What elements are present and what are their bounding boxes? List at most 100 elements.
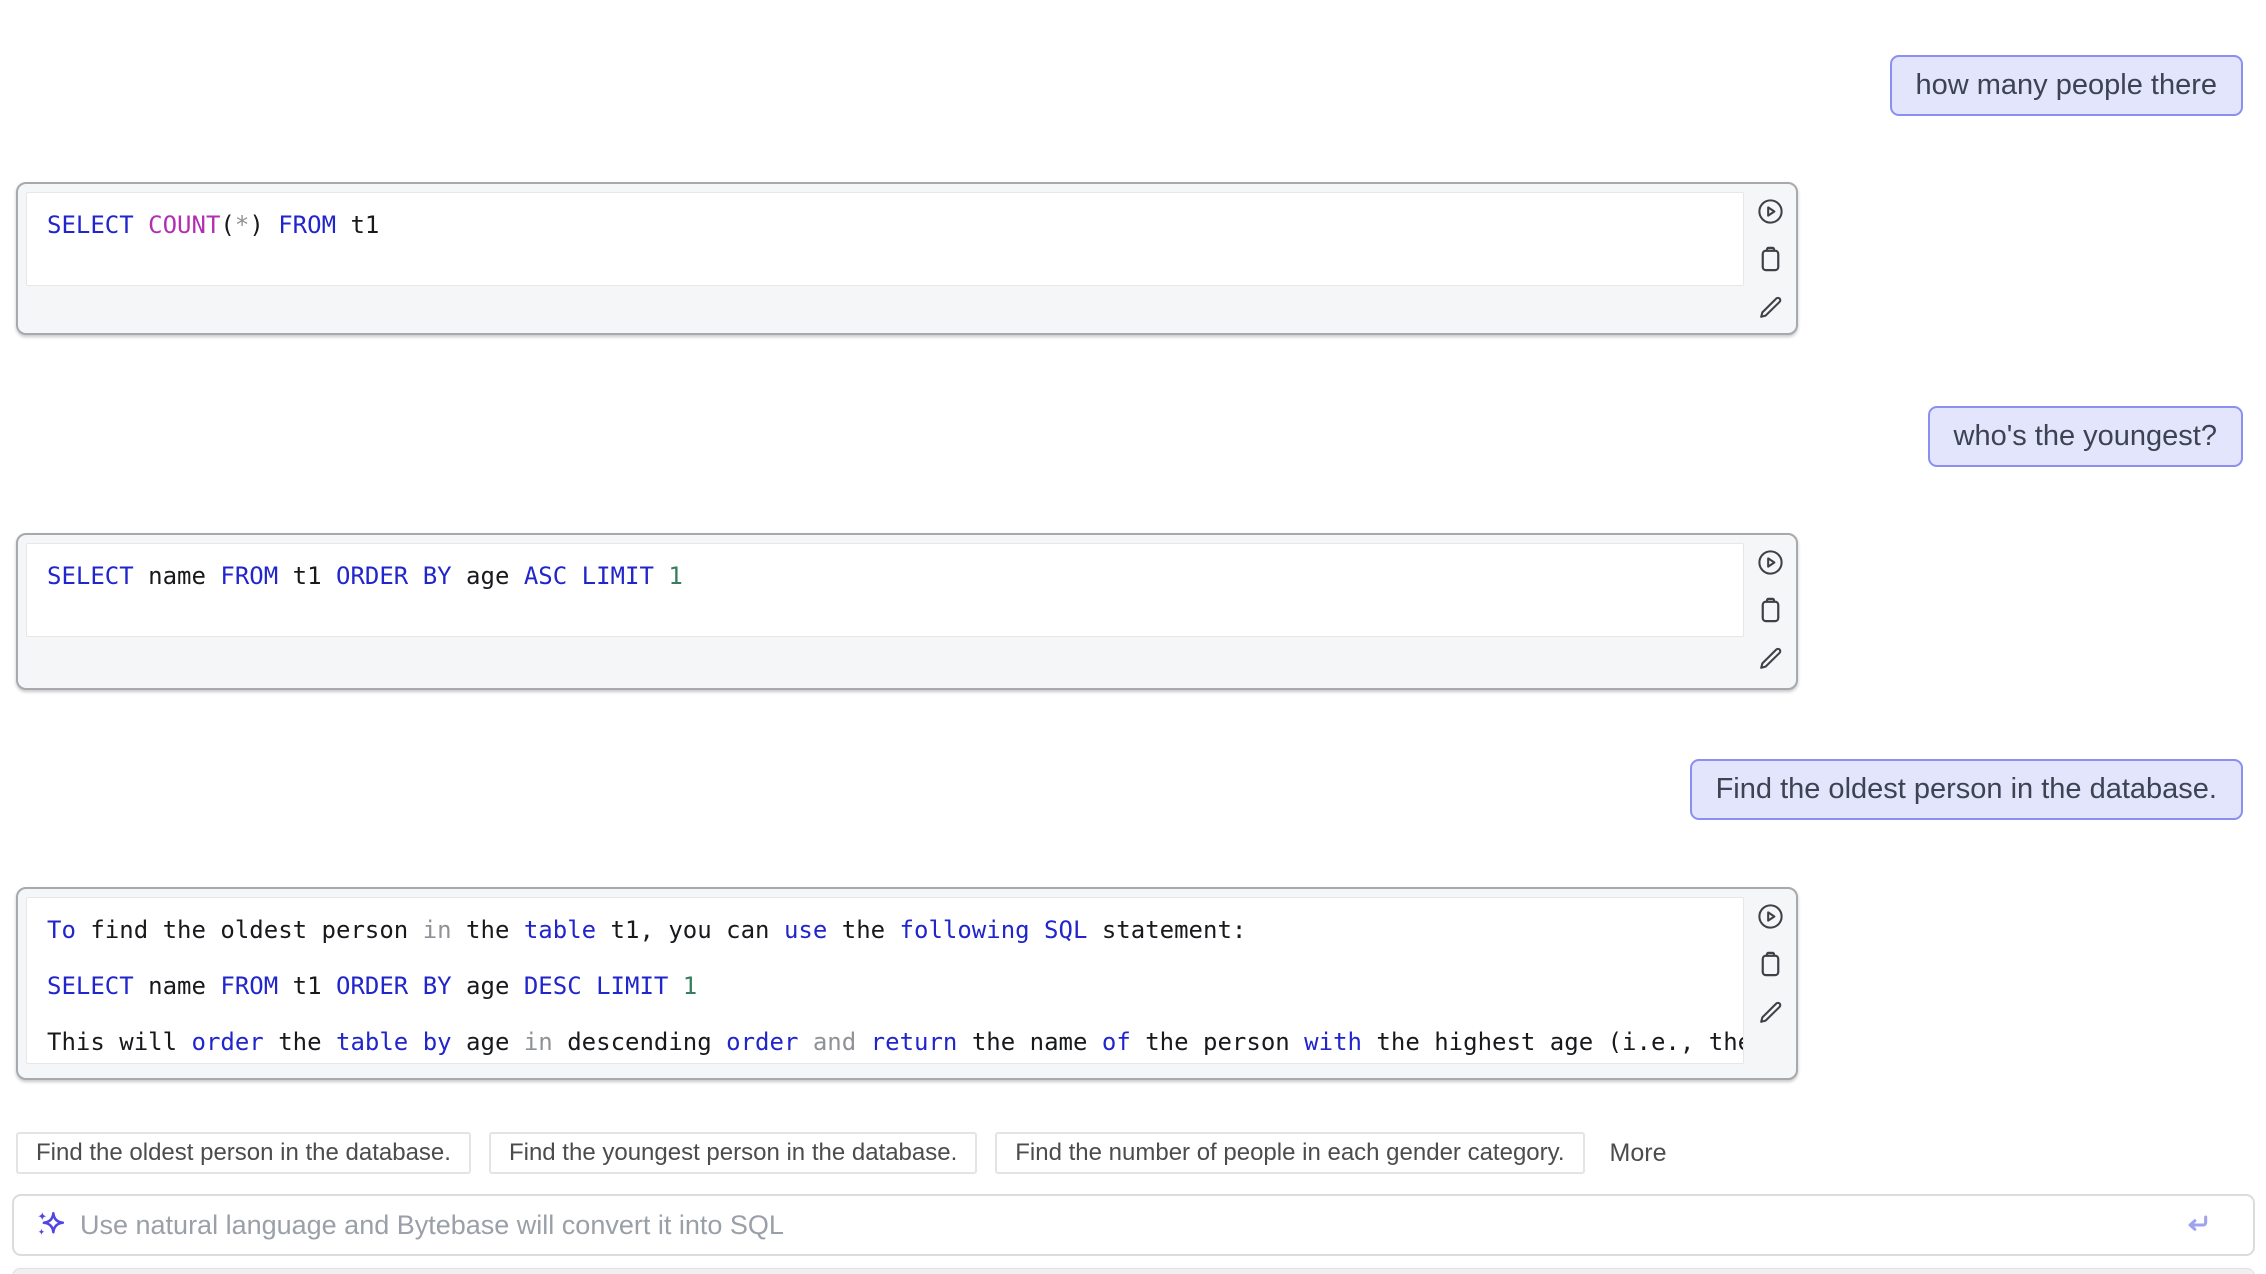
code-token: the highest age (i.e., the	[1362, 1028, 1744, 1056]
pencil-icon	[1755, 643, 1786, 674]
sql-block-actions	[1744, 543, 1796, 680]
suggestion-chip[interactable]: Find the oldest person in the database.	[16, 1132, 471, 1174]
code-token: ORDER BY	[336, 562, 452, 590]
code-token	[582, 972, 596, 1000]
code-token: with	[1304, 1028, 1362, 1056]
sql-code-editor[interactable]: SELECT COUNT(*) FROM t1	[26, 192, 1744, 286]
user-message-bubble: who's the youngest?	[1928, 406, 2244, 467]
code-token: the	[827, 916, 899, 944]
edit-sql-button[interactable]	[1755, 292, 1786, 323]
sql-block-actions	[1744, 897, 1796, 1070]
code-token	[134, 211, 148, 239]
user-message-bubble: how many people there	[1890, 55, 2243, 116]
copy-sql-button[interactable]	[1755, 595, 1786, 626]
sql-response-block: SELECT COUNT(*) FROM t1	[16, 182, 1798, 335]
code-token: SELECT	[47, 211, 134, 239]
code-token: LIMIT	[582, 562, 654, 590]
submit-query-button[interactable]	[2181, 1209, 2213, 1241]
code-token: SELECT	[47, 972, 134, 1000]
sql-response-block: To find the oldest person in the table t…	[16, 887, 1798, 1080]
run-sql-button[interactable]	[1755, 196, 1786, 227]
code-token: age	[452, 562, 524, 590]
code-token: FROM	[220, 562, 278, 590]
code-token: 1	[683, 972, 697, 1000]
code-token	[264, 211, 278, 239]
code-token	[408, 1028, 422, 1056]
code-token: age	[452, 972, 524, 1000]
run-sql-button[interactable]	[1755, 901, 1786, 932]
sql-block-actions	[1744, 192, 1796, 325]
play-circle-icon	[1755, 196, 1786, 227]
code-token: statement:	[1087, 916, 1246, 944]
code-token: find the oldest person	[76, 916, 423, 944]
code-token: the	[452, 916, 524, 944]
code-token	[567, 562, 581, 590]
code-token: t1	[336, 211, 379, 239]
code-token: following	[900, 916, 1030, 944]
code-token: (	[220, 211, 234, 239]
code-line: SELECT COUNT(*) FROM t1	[47, 203, 1723, 247]
code-token: table	[336, 1028, 408, 1056]
code-token: t1	[278, 972, 336, 1000]
sql-code-editor[interactable]: SELECT name FROM t1 ORDER BY age ASC LIM…	[26, 543, 1744, 637]
edit-sql-button[interactable]	[1755, 997, 1786, 1028]
code-token	[856, 1028, 870, 1056]
code-token: 1	[668, 562, 682, 590]
code-token: SQL	[1044, 916, 1087, 944]
code-token: t1, you can	[596, 916, 784, 944]
suggestion-chip[interactable]: Find the number of people in each gender…	[995, 1132, 1584, 1174]
code-token: COUNT	[148, 211, 220, 239]
code-token: *	[235, 211, 249, 239]
code-token: ORDER BY	[336, 972, 452, 1000]
code-token: use	[784, 916, 827, 944]
code-line: SELECT name FROM t1 ORDER BY age DESC LI…	[47, 964, 1723, 1008]
code-token: FROM	[220, 972, 278, 1000]
code-token: DESC	[524, 972, 582, 1000]
code-token: )	[249, 211, 263, 239]
enter-return-icon	[2181, 1209, 2213, 1241]
code-token: name	[134, 972, 221, 1000]
clipboard-icon	[1755, 595, 1786, 626]
sql-code-editor[interactable]: To find the oldest person in the table t…	[26, 897, 1744, 1064]
code-token: table	[524, 916, 596, 944]
code-token: name	[134, 562, 221, 590]
code-token: ASC	[524, 562, 567, 590]
pencil-icon	[1755, 997, 1786, 1028]
clipboard-icon	[1755, 949, 1786, 980]
ai-sparkles-icon	[34, 1209, 66, 1241]
more-suggestions-button[interactable]: More	[1610, 1139, 1667, 1168]
code-line: This will order the table by age in desc…	[47, 1020, 1723, 1064]
copy-sql-button[interactable]	[1755, 949, 1786, 980]
run-sql-button[interactable]	[1755, 547, 1786, 578]
pencil-icon	[1755, 292, 1786, 323]
code-token	[654, 562, 668, 590]
code-token: To	[47, 916, 76, 944]
input-placeholder: Use natural language and Bytebase will c…	[80, 1210, 2167, 1241]
code-token	[1030, 916, 1044, 944]
play-circle-icon	[1755, 901, 1786, 932]
sql-response-block: SELECT name FROM t1 ORDER BY age ASC LIM…	[16, 533, 1798, 690]
code-token: FROM	[278, 211, 336, 239]
code-line: SELECT name FROM t1 ORDER BY age ASC LIM…	[47, 554, 1723, 598]
edit-sql-button[interactable]	[1755, 643, 1786, 674]
code-token: and	[813, 1028, 856, 1056]
code-token: the name	[957, 1028, 1102, 1056]
code-token: in	[423, 916, 452, 944]
code-token: in	[524, 1028, 553, 1056]
code-line: To find the oldest person in the table t…	[47, 908, 1723, 952]
code-token	[798, 1028, 812, 1056]
user-message-bubble: Find the oldest person in the database.	[1690, 759, 2243, 820]
clipboard-icon	[1755, 244, 1786, 275]
code-token: LIMIT	[596, 972, 668, 1000]
copy-sql-button[interactable]	[1755, 244, 1786, 275]
code-token: the person	[1131, 1028, 1304, 1056]
code-token: age	[452, 1028, 524, 1056]
code-token: t1	[278, 562, 336, 590]
collapsed-panel-bar	[12, 1268, 2255, 1274]
code-token: order	[192, 1028, 264, 1056]
code-token: of	[1102, 1028, 1131, 1056]
nl-query-input[interactable]: Use natural language and Bytebase will c…	[12, 1194, 2255, 1256]
code-token: order	[726, 1028, 798, 1056]
suggestion-chip[interactable]: Find the youngest person in the database…	[489, 1132, 977, 1174]
code-token: descending	[553, 1028, 726, 1056]
